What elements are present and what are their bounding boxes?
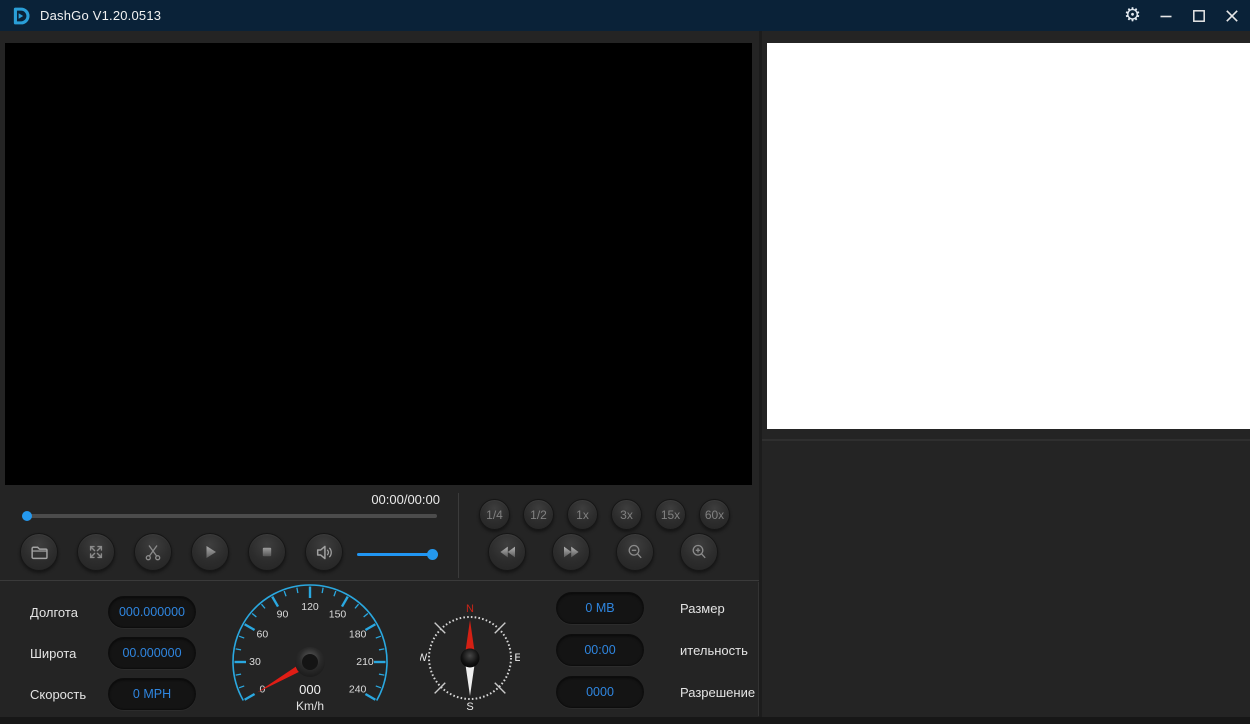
clip-button[interactable] [134, 533, 172, 571]
minimize-icon [1160, 15, 1171, 17]
telemetry-divider [0, 580, 759, 581]
close-button[interactable] [1215, 0, 1248, 31]
time-display: 00:00/00:00 [371, 492, 440, 507]
svg-text:N: N [466, 603, 474, 615]
playback-speed-controls: 1/4 1/2 1x 3x 15x 60x [479, 499, 730, 530]
file-size-value: 0 MB [556, 592, 644, 624]
speed-3x-button[interactable]: 3x [611, 499, 642, 530]
transport-controls [20, 533, 343, 571]
panel-divider [759, 31, 762, 724]
fast-forward-icon [563, 546, 579, 558]
fullscreen-button[interactable] [77, 533, 115, 571]
svg-text:90: 90 [277, 608, 289, 620]
zoom-out-button[interactable] [616, 533, 654, 571]
speed-1x-button[interactable]: 1x [567, 499, 598, 530]
seek-zoom-controls [488, 533, 718, 571]
resolution-value: 0000 [556, 676, 644, 708]
file-size-label: Размер [680, 600, 725, 616]
map-panel [767, 43, 1250, 429]
folder-icon [30, 546, 48, 559]
maximize-button[interactable] [1182, 0, 1215, 31]
minimize-button[interactable] [1149, 0, 1182, 31]
stop-button[interactable] [248, 533, 286, 571]
video-display[interactable] [5, 43, 752, 485]
latitude-value: 00.000000 [108, 637, 196, 669]
duration-value: 00:00 [556, 634, 644, 666]
right-panel-divider [762, 439, 1250, 441]
speed-half-button[interactable]: 1/2 [523, 499, 554, 530]
speed-quarter-button[interactable]: 1/4 [479, 499, 510, 530]
longitude-label: Долгота [30, 604, 78, 620]
play-icon [206, 546, 216, 558]
speedometer-gauge: 0306090120150180210240000Km/h [227, 584, 393, 724]
svg-text:W: W [420, 652, 428, 664]
svg-text:120: 120 [301, 601, 319, 613]
svg-text:240: 240 [349, 684, 367, 696]
open-file-button[interactable] [20, 533, 58, 571]
svg-text:E: E [514, 652, 520, 664]
fullscreen-icon [89, 545, 103, 559]
close-icon [1225, 9, 1238, 22]
svg-text:S: S [466, 701, 473, 713]
compass: N S E W [420, 592, 520, 720]
speed-15x-button[interactable]: 15x [655, 499, 686, 530]
maximize-icon [1192, 9, 1205, 22]
svg-text:30: 30 [249, 656, 261, 668]
longitude-value: 000.000000 [108, 596, 196, 628]
svg-text:60: 60 [257, 629, 269, 641]
gear-icon: ⚙ [1123, 5, 1142, 26]
svg-text:210: 210 [356, 656, 374, 668]
speed-value: 0 MPH [108, 678, 196, 710]
progress-slider[interactable] [22, 514, 437, 518]
duration-label: ительность [680, 642, 748, 658]
app-logo-icon [13, 7, 30, 24]
svg-text:000: 000 [299, 682, 321, 697]
window-bottom-edge [0, 717, 1250, 724]
speed-label: Скорость [30, 686, 87, 702]
progress-slider-thumb[interactable] [22, 511, 32, 521]
window-title: DashGo V1.20.0513 [40, 8, 162, 23]
volume-button[interactable] [305, 533, 343, 571]
zoom-out-icon [628, 544, 642, 559]
speed-60x-button[interactable]: 60x [699, 499, 730, 530]
svg-text:Km/h: Km/h [296, 699, 324, 713]
zoom-in-button[interactable] [680, 533, 718, 571]
settings-button[interactable]: ⚙ [1116, 0, 1149, 31]
dashgo-window: DashGo V1.20.0513 ⚙ 00:00/00:00 1/4 1/2 … [0, 0, 1250, 724]
speaker-icon [316, 545, 332, 559]
resolution-label: Разрешение [680, 684, 756, 700]
rewind-icon [499, 546, 515, 558]
window-controls: ⚙ [1116, 0, 1250, 31]
latitude-label: Широта [30, 645, 77, 661]
telemetry-right-divider [758, 582, 759, 716]
svg-text:150: 150 [329, 608, 347, 620]
rewind-button[interactable] [488, 533, 526, 571]
titlebar: DashGo V1.20.0513 ⚙ [0, 0, 1250, 31]
svg-text:180: 180 [349, 629, 367, 641]
volume-slider[interactable] [357, 553, 438, 556]
volume-slider-thumb[interactable] [427, 549, 438, 560]
zoom-in-icon [692, 544, 706, 559]
scissors-icon [145, 545, 161, 561]
fast-forward-button[interactable] [552, 533, 590, 571]
controls-divider [458, 493, 459, 578]
play-button[interactable] [191, 533, 229, 571]
stop-icon [262, 547, 272, 557]
